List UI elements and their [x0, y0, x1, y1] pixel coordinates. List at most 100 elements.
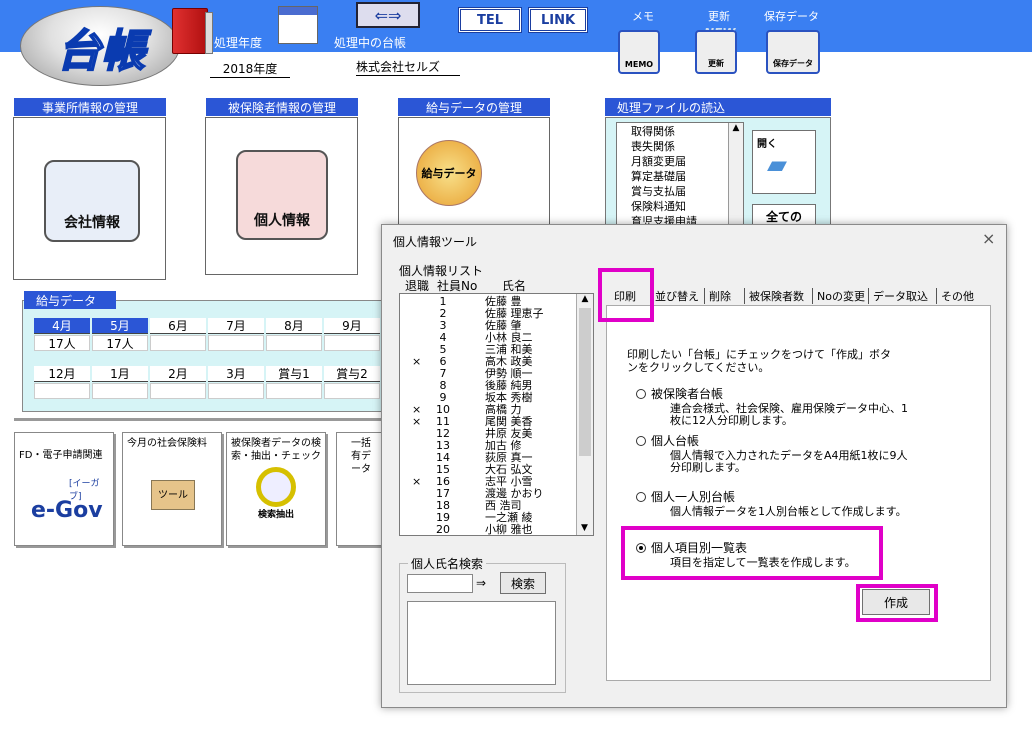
file-list-scrollbar[interactable]: ▲	[728, 123, 743, 226]
memo-icon[interactable]: MEMO	[618, 30, 660, 74]
month-cell[interactable]: 2月	[150, 366, 206, 382]
company-info-button[interactable]: 会社情報	[44, 160, 140, 242]
egov-tile[interactable]: FD・電子申請関連 [イーガブ] e-Gov	[14, 432, 114, 546]
month-count-cell[interactable]	[208, 335, 264, 351]
employee-list[interactable]: 1 佐藤 豊 2 佐藤 理恵子 3 佐藤 肇 4 小林 良二 5 三浦 和美 × 6 高木 政美 7 伊勢 …	[399, 293, 594, 536]
radio-button[interactable]	[636, 436, 646, 446]
salary-data-button[interactable]: 給与データ	[416, 140, 482, 206]
month-cell[interactable]: 5月	[92, 318, 148, 334]
list-item[interactable]: 9 坂本 秀樹	[400, 392, 576, 403]
scroll-down-icon[interactable]: ▼	[577, 523, 592, 533]
list-item[interactable]: × 6 高木 政美	[400, 356, 576, 367]
tel-button[interactable]: TEL	[458, 7, 522, 33]
calendar-icon[interactable]	[278, 6, 318, 44]
file-list-item[interactable]: 算定基礎届	[631, 169, 743, 184]
month-count-cell[interactable]	[92, 383, 148, 399]
list-item[interactable]: 3 佐藤 肇	[400, 320, 576, 331]
month-cell[interactable]: 1月	[92, 366, 148, 382]
list-item[interactable]: 1 佐藤 豊	[400, 296, 576, 307]
month-cell[interactable]: 賞与1	[266, 366, 322, 382]
tab-2[interactable]: 並び替え	[650, 288, 699, 304]
file-list-item[interactable]: 喪失関係	[631, 139, 743, 154]
month-cell[interactable]: 6月	[150, 318, 206, 334]
month-cell[interactable]: 4月	[34, 318, 90, 334]
tab-4[interactable]: 被保険者数	[744, 288, 804, 304]
month-count-cell[interactable]	[324, 383, 380, 399]
month-count-cell[interactable]	[150, 383, 206, 399]
scroll-thumb[interactable]	[579, 308, 591, 456]
bulk-tile[interactable]: 一括有データ	[336, 432, 382, 546]
list-item[interactable]: 18 西 浩司	[400, 500, 576, 511]
employee-no: 3	[439, 319, 447, 332]
search-tile[interactable]: 被保険者データの検索・抽出・チェック 検索抽出	[226, 432, 326, 546]
open-button[interactable]: 開く ▰	[752, 130, 816, 194]
list-item[interactable]: 20 小柳 雅也	[400, 524, 576, 535]
employee-no: 18	[436, 499, 450, 512]
file-list-item[interactable]: 保険料通知	[631, 199, 743, 214]
employee-no: 5	[439, 343, 447, 356]
search-button[interactable]: 検索	[500, 572, 546, 594]
list-item[interactable]: 15 大石 弘文	[400, 464, 576, 475]
month-cell[interactable]: 9月	[324, 318, 380, 334]
list-item[interactable]: × 11 尾関 美香	[400, 416, 576, 427]
list-item[interactable]: 8 後藤 純男	[400, 380, 576, 391]
month-count-cell[interactable]	[266, 335, 322, 351]
social-insurance-label: 今月の社会保険料	[127, 438, 207, 449]
search-label: 被保険者データの検索・抽出・チェック	[231, 438, 321, 462]
search-result-box[interactable]	[407, 601, 556, 685]
file-list-item[interactable]: 取得関係	[631, 124, 743, 139]
radio-button[interactable]	[636, 389, 646, 399]
social-insurance-tile[interactable]: 今月の社会保険料 ツール	[122, 432, 222, 546]
file-list-item[interactable]: 月額変更届	[631, 154, 743, 169]
month-cell[interactable]: 8月	[266, 318, 322, 334]
save-data-icon[interactable]: 保存データ	[766, 30, 820, 74]
list-item[interactable]: 7 伊勢 順一	[400, 368, 576, 379]
month-cell[interactable]: 3月	[208, 366, 264, 382]
update-label: 更新	[708, 10, 730, 23]
file-list[interactable]: 取得関係 喪失関係 月額変更届 算定基礎届 賞与支払届 保険料通知 育児支援申請	[616, 122, 744, 226]
list-item[interactable]: × 10 高橋 力	[400, 404, 576, 415]
tab-5[interactable]: Noの変更	[812, 288, 865, 304]
link-button[interactable]: LINK	[528, 7, 588, 33]
tab-7[interactable]: その他	[936, 288, 974, 304]
close-icon[interactable]: ×	[982, 229, 995, 248]
list-item[interactable]: 12 井原 友美	[400, 428, 576, 439]
list-scrollbar[interactable]: ▲ ▼	[576, 294, 593, 535]
radio-button[interactable]	[636, 492, 646, 502]
month-count-cell[interactable]: 17人	[92, 335, 148, 351]
month-count-cell[interactable]	[324, 335, 380, 351]
update-icon[interactable]: 更新	[695, 30, 737, 74]
personal-info-button[interactable]: 個人情報	[236, 150, 328, 240]
month-count-cell[interactable]	[208, 383, 264, 399]
red-book-icon[interactable]	[172, 8, 213, 54]
file-list-item[interactable]: 賞与支払届	[631, 184, 743, 199]
egov-logo: e-Gov	[31, 498, 103, 523]
list-item[interactable]: 14 荻原 真一	[400, 452, 576, 463]
list-item[interactable]: × 16 志平 小雪	[400, 476, 576, 487]
list-item[interactable]: 4 小林 良二	[400, 332, 576, 343]
month-count-cell[interactable]	[34, 383, 90, 399]
print-option-1[interactable]: 被保険者台帳	[636, 385, 723, 402]
list-item[interactable]: 17 渡邊 かおり	[400, 488, 576, 499]
employee-no: 9	[439, 391, 447, 404]
list-item[interactable]: 13 加古 修	[400, 440, 576, 451]
month-count-cell[interactable]: 17人	[34, 335, 90, 351]
employee-no: 19	[436, 511, 450, 524]
name-search-input[interactable]	[407, 574, 473, 593]
list-item[interactable]: 2 佐藤 理恵子	[400, 308, 576, 319]
employee-name: 加古 修	[485, 439, 522, 452]
option-label: 個人一人別台帳	[651, 490, 736, 504]
list-item[interactable]: 5 三浦 和美	[400, 344, 576, 355]
month-count-cell[interactable]	[150, 335, 206, 351]
print-option-2[interactable]: 個人台帳	[636, 432, 699, 449]
tab-6[interactable]: データ取込	[868, 288, 928, 304]
list-item[interactable]: 19 一之瀬 綾	[400, 512, 576, 523]
month-count-cell[interactable]	[266, 383, 322, 399]
tab-3[interactable]: 削除	[704, 288, 731, 304]
month-cell[interactable]: 賞与2	[324, 366, 380, 382]
month-cell[interactable]: 7月	[208, 318, 264, 334]
scroll-up-icon[interactable]: ▲	[577, 294, 593, 304]
switch-ledger-icon[interactable]: ⇐⇒	[356, 2, 420, 28]
print-option-3[interactable]: 個人一人別台帳	[636, 488, 735, 505]
month-cell[interactable]: 12月	[34, 366, 90, 382]
